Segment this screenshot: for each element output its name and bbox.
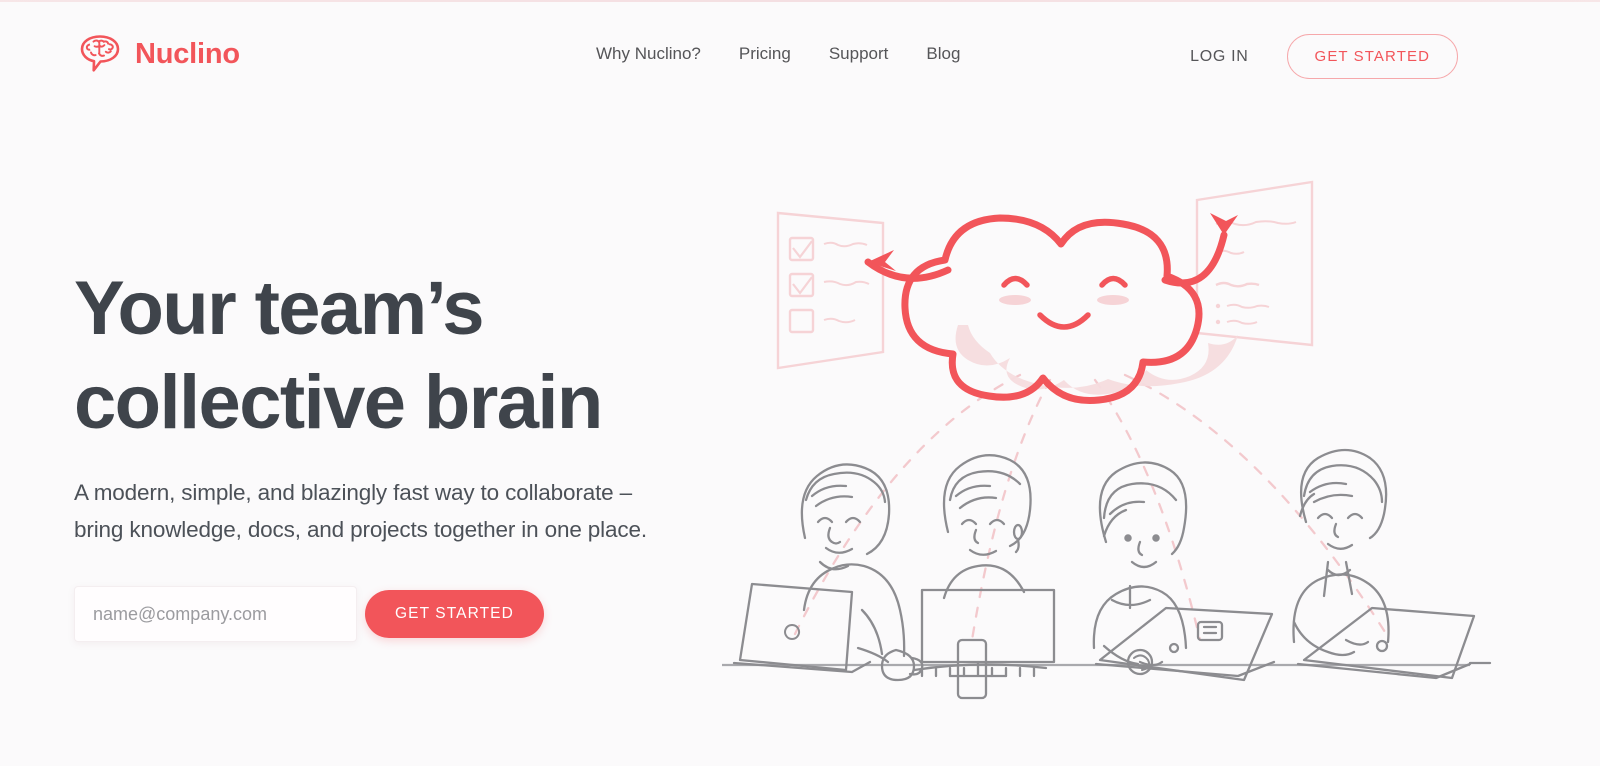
page-title: Your team’s collective brain bbox=[74, 262, 714, 450]
hero-get-started-button[interactable]: GET STARTED bbox=[365, 590, 544, 638]
cloud-right-eye bbox=[1099, 275, 1128, 288]
hero-subtitle: A modern, simple, and blazingly fast way… bbox=[74, 474, 714, 548]
person-laptop-stickers bbox=[1092, 461, 1276, 682]
hero-illustration bbox=[700, 170, 1500, 730]
subtitle-line-2: bring knowledge, docs, and projects toge… bbox=[74, 517, 647, 542]
eye-left bbox=[816, 516, 834, 524]
email-input[interactable] bbox=[74, 586, 357, 642]
logo-text: Nuclino bbox=[135, 37, 240, 70]
person-monitor bbox=[880, 454, 1056, 700]
header-actions: LOG IN GET STARTED bbox=[1190, 34, 1458, 79]
cloud-blush bbox=[999, 295, 1129, 305]
smartphone bbox=[956, 638, 988, 700]
logo[interactable]: Nuclino bbox=[76, 33, 240, 75]
header-get-started-button[interactable]: GET STARTED bbox=[1286, 34, 1458, 79]
person-laptop-right bbox=[1292, 448, 1492, 680]
login-link[interactable]: LOG IN bbox=[1190, 48, 1248, 66]
signup-form: GET STARTED bbox=[74, 586, 714, 642]
cloud-left-eye bbox=[1001, 275, 1030, 288]
brain-speech-bubble-icon bbox=[76, 33, 124, 75]
main-nav: Why Nuclino? Pricing Support Blog bbox=[596, 44, 960, 64]
monitor-screen bbox=[920, 588, 1056, 664]
nav-item-pricing[interactable]: Pricing bbox=[739, 44, 791, 64]
nav-item-blog[interactable]: Blog bbox=[926, 44, 960, 64]
laptop-sticker bbox=[1196, 620, 1224, 642]
hero-content: Your team’s collective brain A modern, s… bbox=[74, 262, 714, 642]
dashed-connection-arcs bbox=[790, 373, 1392, 642]
smiling-cloud-icon bbox=[901, 214, 1203, 405]
nav-item-why-nuclino[interactable]: Why Nuclino? bbox=[596, 44, 701, 64]
cloud-hands bbox=[868, 213, 1238, 271]
person-laptop-left bbox=[732, 463, 906, 674]
site-header: Nuclino Why Nuclino? Pricing Support Blo… bbox=[0, 0, 1600, 110]
headline-line-2: collective brain bbox=[74, 360, 603, 445]
headline-line-1: Your team’s bbox=[74, 266, 485, 351]
nav-item-support[interactable]: Support bbox=[829, 44, 889, 64]
subtitle-line-1: A modern, simple, and blazingly fast way… bbox=[74, 480, 633, 505]
smile bbox=[824, 546, 854, 554]
eye-right bbox=[844, 516, 862, 524]
checklist-board-icon bbox=[776, 211, 885, 370]
cloud-smile bbox=[1037, 312, 1091, 330]
